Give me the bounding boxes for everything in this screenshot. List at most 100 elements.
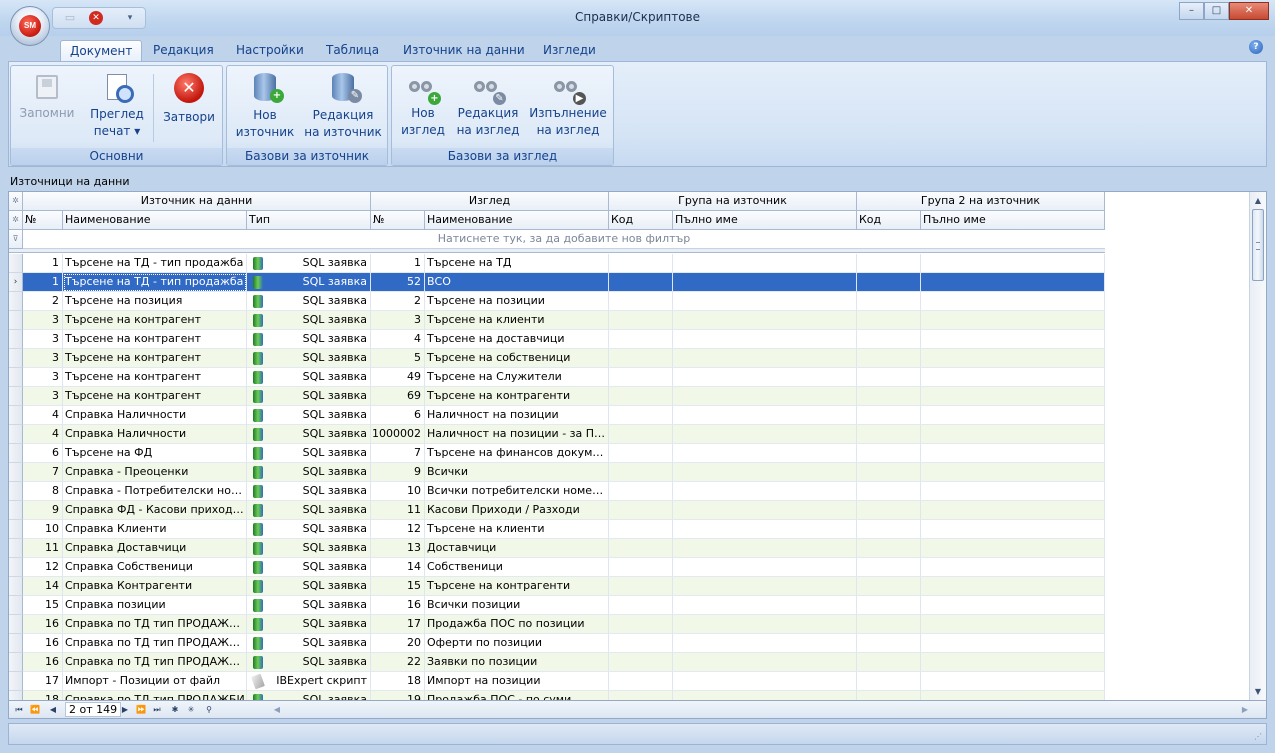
row-indicator[interactable] xyxy=(9,596,23,615)
cell-group-code[interactable] xyxy=(609,653,673,672)
table-row[interactable]: 7 Справка - Преоценки SQL заявка 9 Всички xyxy=(9,463,1105,482)
cell-view-name[interactable]: Търсене на позиции xyxy=(425,292,609,311)
cell-source-name[interactable]: Търсене на контрагент xyxy=(63,349,247,368)
cell-view-no[interactable]: 3 xyxy=(371,311,425,330)
row-indicator[interactable] xyxy=(9,330,23,349)
cell-source-name[interactable]: Справка Собственици xyxy=(63,558,247,577)
table-row[interactable]: 2 Търсене на позиция SQL заявка 2 Търсене на… xyxy=(9,292,1105,311)
band-header-view[interactable]: Изглед xyxy=(371,192,609,211)
cell-group-code[interactable] xyxy=(609,425,673,444)
cell-source-type[interactable]: SQL заявка xyxy=(247,330,371,349)
cell-source-type[interactable]: SQL заявка xyxy=(247,349,371,368)
cell-group-code[interactable] xyxy=(609,520,673,539)
cell-source-type[interactable]: SQL заявка xyxy=(247,501,371,520)
row-indicator[interactable] xyxy=(9,292,23,311)
cell-source-no[interactable]: 1 xyxy=(23,254,63,273)
table-row[interactable]: 3 Търсене на контрагент SQL заявка 3 Търсене… xyxy=(9,311,1105,330)
cell-source-type[interactable]: SQL заявка xyxy=(247,254,371,273)
cell-group2-fullname[interactable] xyxy=(921,653,1105,672)
cell-view-name[interactable]: Наличност на позиции - за ПОС ... xyxy=(425,425,609,444)
cell-group-fullname[interactable] xyxy=(673,577,857,596)
cell-group-fullname[interactable] xyxy=(673,501,857,520)
scroll-up-arrow-icon[interactable]: ▲ xyxy=(1250,192,1266,209)
application-menu-button[interactable]: SM xyxy=(10,6,50,46)
col-source-no[interactable]: № xyxy=(23,211,63,230)
cell-group-code[interactable] xyxy=(609,672,673,691)
cell-view-no[interactable]: 4 xyxy=(371,330,425,349)
cell-group-fullname[interactable] xyxy=(673,292,857,311)
cell-view-name[interactable]: Търсене на контрагенти xyxy=(425,387,609,406)
table-row[interactable]: › 1 Търсене на ТД - тип продажба SQL заявка… xyxy=(9,273,1105,292)
table-row[interactable]: 8 Справка - Потребителски номен... SQL зая… xyxy=(9,482,1105,501)
table-row[interactable]: 16 Справка по ТД тип ПРОДАЖБИ -... SQL зая… xyxy=(9,615,1105,634)
cell-source-no[interactable]: 9 xyxy=(23,501,63,520)
col-group2-code[interactable]: Код xyxy=(857,211,921,230)
col-group-code[interactable]: Код xyxy=(609,211,673,230)
row-indicator[interactable] xyxy=(9,520,23,539)
cell-group2-code[interactable] xyxy=(857,539,921,558)
cell-view-no[interactable]: 7 xyxy=(371,444,425,463)
cell-source-no[interactable]: 18 xyxy=(23,691,63,700)
cell-group2-code[interactable] xyxy=(857,292,921,311)
cell-source-type[interactable]: SQL заявка xyxy=(247,444,371,463)
cell-source-no[interactable]: 3 xyxy=(23,311,63,330)
cell-view-name[interactable]: Търсене на Служители xyxy=(425,368,609,387)
cell-source-name[interactable]: Справка Доставчици xyxy=(63,539,247,558)
table-row[interactable]: 18 Справка по ТД тип ПРОДАЖБИ SQL заявка 19… xyxy=(9,691,1105,700)
cell-source-name[interactable]: Справка по ТД тип ПРОДАЖБИ -... xyxy=(63,634,247,653)
cell-group-code[interactable] xyxy=(609,254,673,273)
cell-view-no[interactable]: 19 xyxy=(371,691,425,700)
column-corner-icon[interactable]: ✲ xyxy=(9,211,23,230)
cell-source-name[interactable]: Справка Наличности xyxy=(63,425,247,444)
cell-source-name[interactable]: Справка - Потребителски номен... xyxy=(63,482,247,501)
cell-group-code[interactable] xyxy=(609,691,673,700)
cell-group-code[interactable] xyxy=(609,463,673,482)
cell-view-name[interactable]: Всички позиции xyxy=(425,596,609,615)
row-indicator[interactable] xyxy=(9,558,23,577)
cell-group2-code[interactable] xyxy=(857,653,921,672)
cell-group-fullname[interactable] xyxy=(673,387,857,406)
table-row[interactable]: 4 Справка Наличности SQL заявка 1000002 Нали… xyxy=(9,425,1105,444)
cell-group2-fullname[interactable] xyxy=(921,596,1105,615)
nav-next-page-icon[interactable]: ⏩ xyxy=(135,702,147,717)
cell-source-no[interactable]: 4 xyxy=(23,425,63,444)
cell-view-no[interactable]: 2 xyxy=(371,292,425,311)
table-row[interactable]: 3 Търсене на контрагент SQL заявка 49 Търсен… xyxy=(9,368,1105,387)
cell-group2-code[interactable] xyxy=(857,406,921,425)
cell-group-fullname[interactable] xyxy=(673,463,857,482)
col-group-fullname[interactable]: Пълно име xyxy=(673,211,857,230)
cell-source-name[interactable]: Справка ФД - Касови приходи/р... xyxy=(63,501,247,520)
help-icon[interactable]: ? xyxy=(1249,40,1263,54)
cell-group2-code[interactable] xyxy=(857,691,921,700)
cell-view-no[interactable]: 17 xyxy=(371,615,425,634)
cell-source-type[interactable]: SQL заявка xyxy=(247,482,371,501)
tab-document[interactable]: Документ xyxy=(60,40,143,61)
row-indicator[interactable] xyxy=(9,634,23,653)
cell-source-no[interactable]: 14 xyxy=(23,577,63,596)
cell-group-code[interactable] xyxy=(609,539,673,558)
table-row[interactable]: 16 Справка по ТД тип ПРОДАЖБИ -... SQL зая… xyxy=(9,634,1105,653)
nav-prev-icon[interactable]: ◀ xyxy=(47,702,59,717)
cell-group-fullname[interactable] xyxy=(673,520,857,539)
cell-source-type[interactable]: IBExpert скрипт xyxy=(247,672,371,691)
row-indicator[interactable] xyxy=(9,368,23,387)
cell-source-name[interactable]: Търсене на ФД xyxy=(63,444,247,463)
cell-group2-fullname[interactable] xyxy=(921,672,1105,691)
nav-last-icon[interactable]: ⏭ xyxy=(151,702,163,717)
cell-group-fullname[interactable] xyxy=(673,539,857,558)
nav-prev-page-icon[interactable]: ⏪ xyxy=(29,702,41,717)
cell-view-no[interactable]: 1000002 xyxy=(371,425,425,444)
resize-grip-icon[interactable]: ⋰ xyxy=(1254,732,1264,742)
cell-source-no[interactable]: 4 xyxy=(23,406,63,425)
cell-group2-code[interactable] xyxy=(857,615,921,634)
cell-group2-fullname[interactable] xyxy=(921,691,1105,700)
cell-source-no[interactable]: 16 xyxy=(23,615,63,634)
nav-filter-icon[interactable]: ⚲ xyxy=(203,702,215,717)
cell-group-fullname[interactable] xyxy=(673,634,857,653)
cell-group2-fullname[interactable] xyxy=(921,501,1105,520)
row-indicator[interactable] xyxy=(9,653,23,672)
cell-group-code[interactable] xyxy=(609,406,673,425)
table-row[interactable]: 16 Справка по ТД тип ПРОДАЖБИ -... SQL зая… xyxy=(9,653,1105,672)
cell-group-code[interactable] xyxy=(609,368,673,387)
cell-view-no[interactable]: 14 xyxy=(371,558,425,577)
